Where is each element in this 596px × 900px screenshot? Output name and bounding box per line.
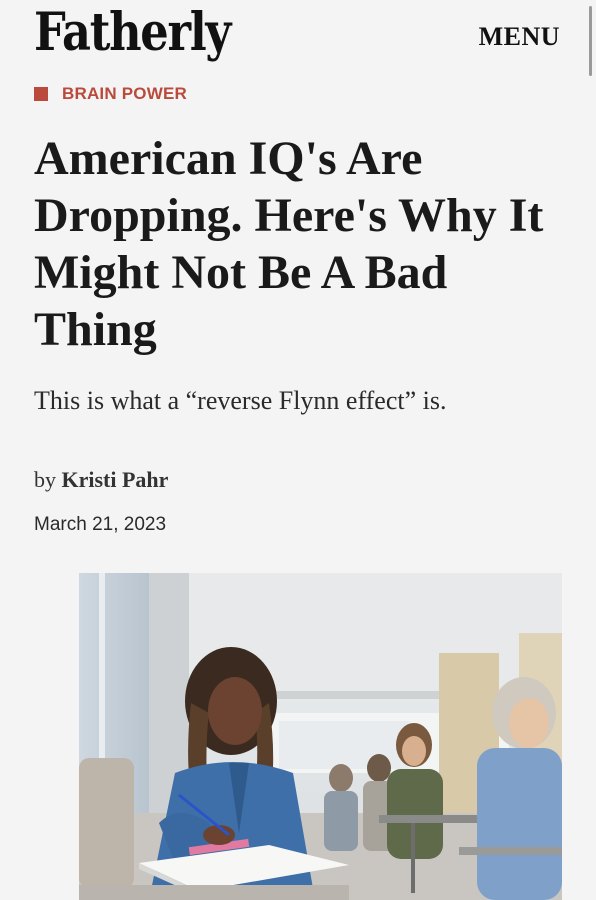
publish-date: March 21, 2023	[34, 514, 167, 535]
classroom-photo-illustration	[79, 573, 562, 900]
scrollbar[interactable]	[589, 6, 592, 76]
site-logo[interactable]: Fatherly	[34, 2, 231, 63]
article-dek: This is what a “reverse Flynn effect” is…	[34, 386, 447, 415]
article-hero-image	[79, 573, 562, 900]
red-square-icon	[34, 87, 48, 101]
byline-prefix: by	[34, 467, 56, 492]
menu-button[interactable]: MENU	[479, 22, 560, 52]
category-label: BRAIN POWER	[62, 84, 187, 103]
byline: by Kristi Pahr	[34, 467, 168, 493]
author-link[interactable]: Kristi Pahr	[62, 467, 169, 492]
article-headline: American IQ's Are Dropping. Here's Why I…	[34, 132, 544, 356]
category-link[interactable]: BRAIN POWER	[34, 84, 187, 104]
